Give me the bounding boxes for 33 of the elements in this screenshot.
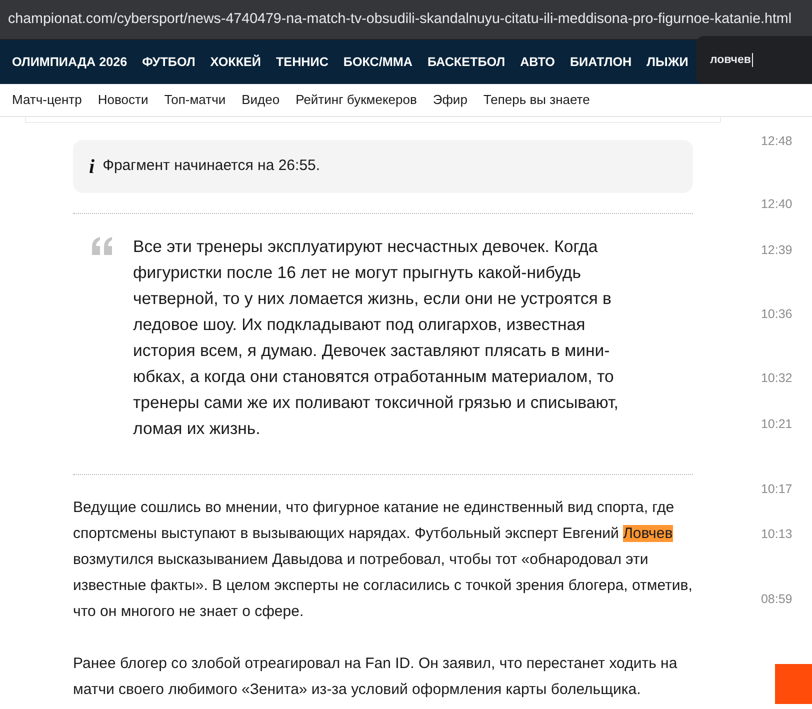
nav-link[interactable]: АВТО <box>520 52 555 72</box>
info-icon: i <box>89 152 95 182</box>
nav-link[interactable]: ЛЫЖИ <box>646 52 688 72</box>
news-time: 08:59 <box>760 591 794 607</box>
news-time: 10:17 <box>760 481 794 497</box>
subnav-link[interactable]: Топ-матчи <box>164 90 226 110</box>
subnav-link[interactable]: Эфир <box>432 90 468 110</box>
news-time: 12:40 <box>760 196 794 212</box>
article-paragraph: Ведущие сошлись во мнении, что фигурное катание не единственный вид спорта, где спортсмены выступают в вызывающих нарядах. Футбольный эксперт Евгений Ловчев возмутился высказыванием Давыдова и потребовал, чтобы тот «обнародовал эти известные факты». В целом эксперты не согласились с точкой зрения блогера, отметив, что он многого не знает о сфере. <box>73 498 693 622</box>
subnav-link[interactable]: Матч-центр <box>12 90 82 110</box>
nav-link[interactable]: ТЕННИС <box>276 52 328 72</box>
news-time: 10:36 <box>760 306 794 322</box>
news-time: 10:32 <box>760 370 794 386</box>
nav-link[interactable]: БИАТЛОН <box>570 52 632 72</box>
quote-icon <box>91 237 113 255</box>
info-text: Фрагмент начинается на 26:55. <box>102 156 320 176</box>
nav-link[interactable]: БАСКЕТБОЛ <box>427 52 506 72</box>
quote-text: Все эти тренеры эксплуатируют несчастных девочек. Когда фигуристки после 16 лет не могут прыгнуть какой-нибудь четверной, то у них ломается жизнь, если они не устроятся в ледовое шоу. Их подкладывают под олигархов, известная история всем, я думаю. Девочек заставляют плясать в мини-юбках, а когда они становятся отработанным материалом, то тренеры сами же их поливают токсичной грязью и списывают, ломая их жизнь. <box>133 236 620 440</box>
scroll-button[interactable] <box>775 664 812 704</box>
subnav-link[interactable]: Видео <box>242 90 280 110</box>
subnav-link[interactable]: Теперь вы знаете <box>483 90 590 110</box>
nav-link[interactable]: ОЛИМПИАДА 2026 <box>12 52 128 72</box>
news-time: 12:48 <box>760 133 794 149</box>
nav-link[interactable]: ХОККЕЙ <box>210 52 261 72</box>
subnav-link[interactable]: Новости <box>98 90 148 110</box>
news-time: 12:39 <box>760 242 794 258</box>
find-field[interactable]: ловчев <box>710 53 753 67</box>
news-time: 10:21 <box>760 416 794 432</box>
nav-link[interactable]: БОКС/ММА <box>343 52 412 72</box>
nav-link[interactable]: ФУТБОЛ <box>142 52 196 72</box>
article-paragraph: Ранее блогер со злобой отреагировал на Fan ID. Он заявил, что перестанет ходить на матчи своего любимого «Зенита» из-за условий оформления карты болельщика. <box>73 654 678 700</box>
subnav-link[interactable]: Рейтинг букмекеров <box>296 90 417 110</box>
news-time: 10:13 <box>760 526 794 542</box>
